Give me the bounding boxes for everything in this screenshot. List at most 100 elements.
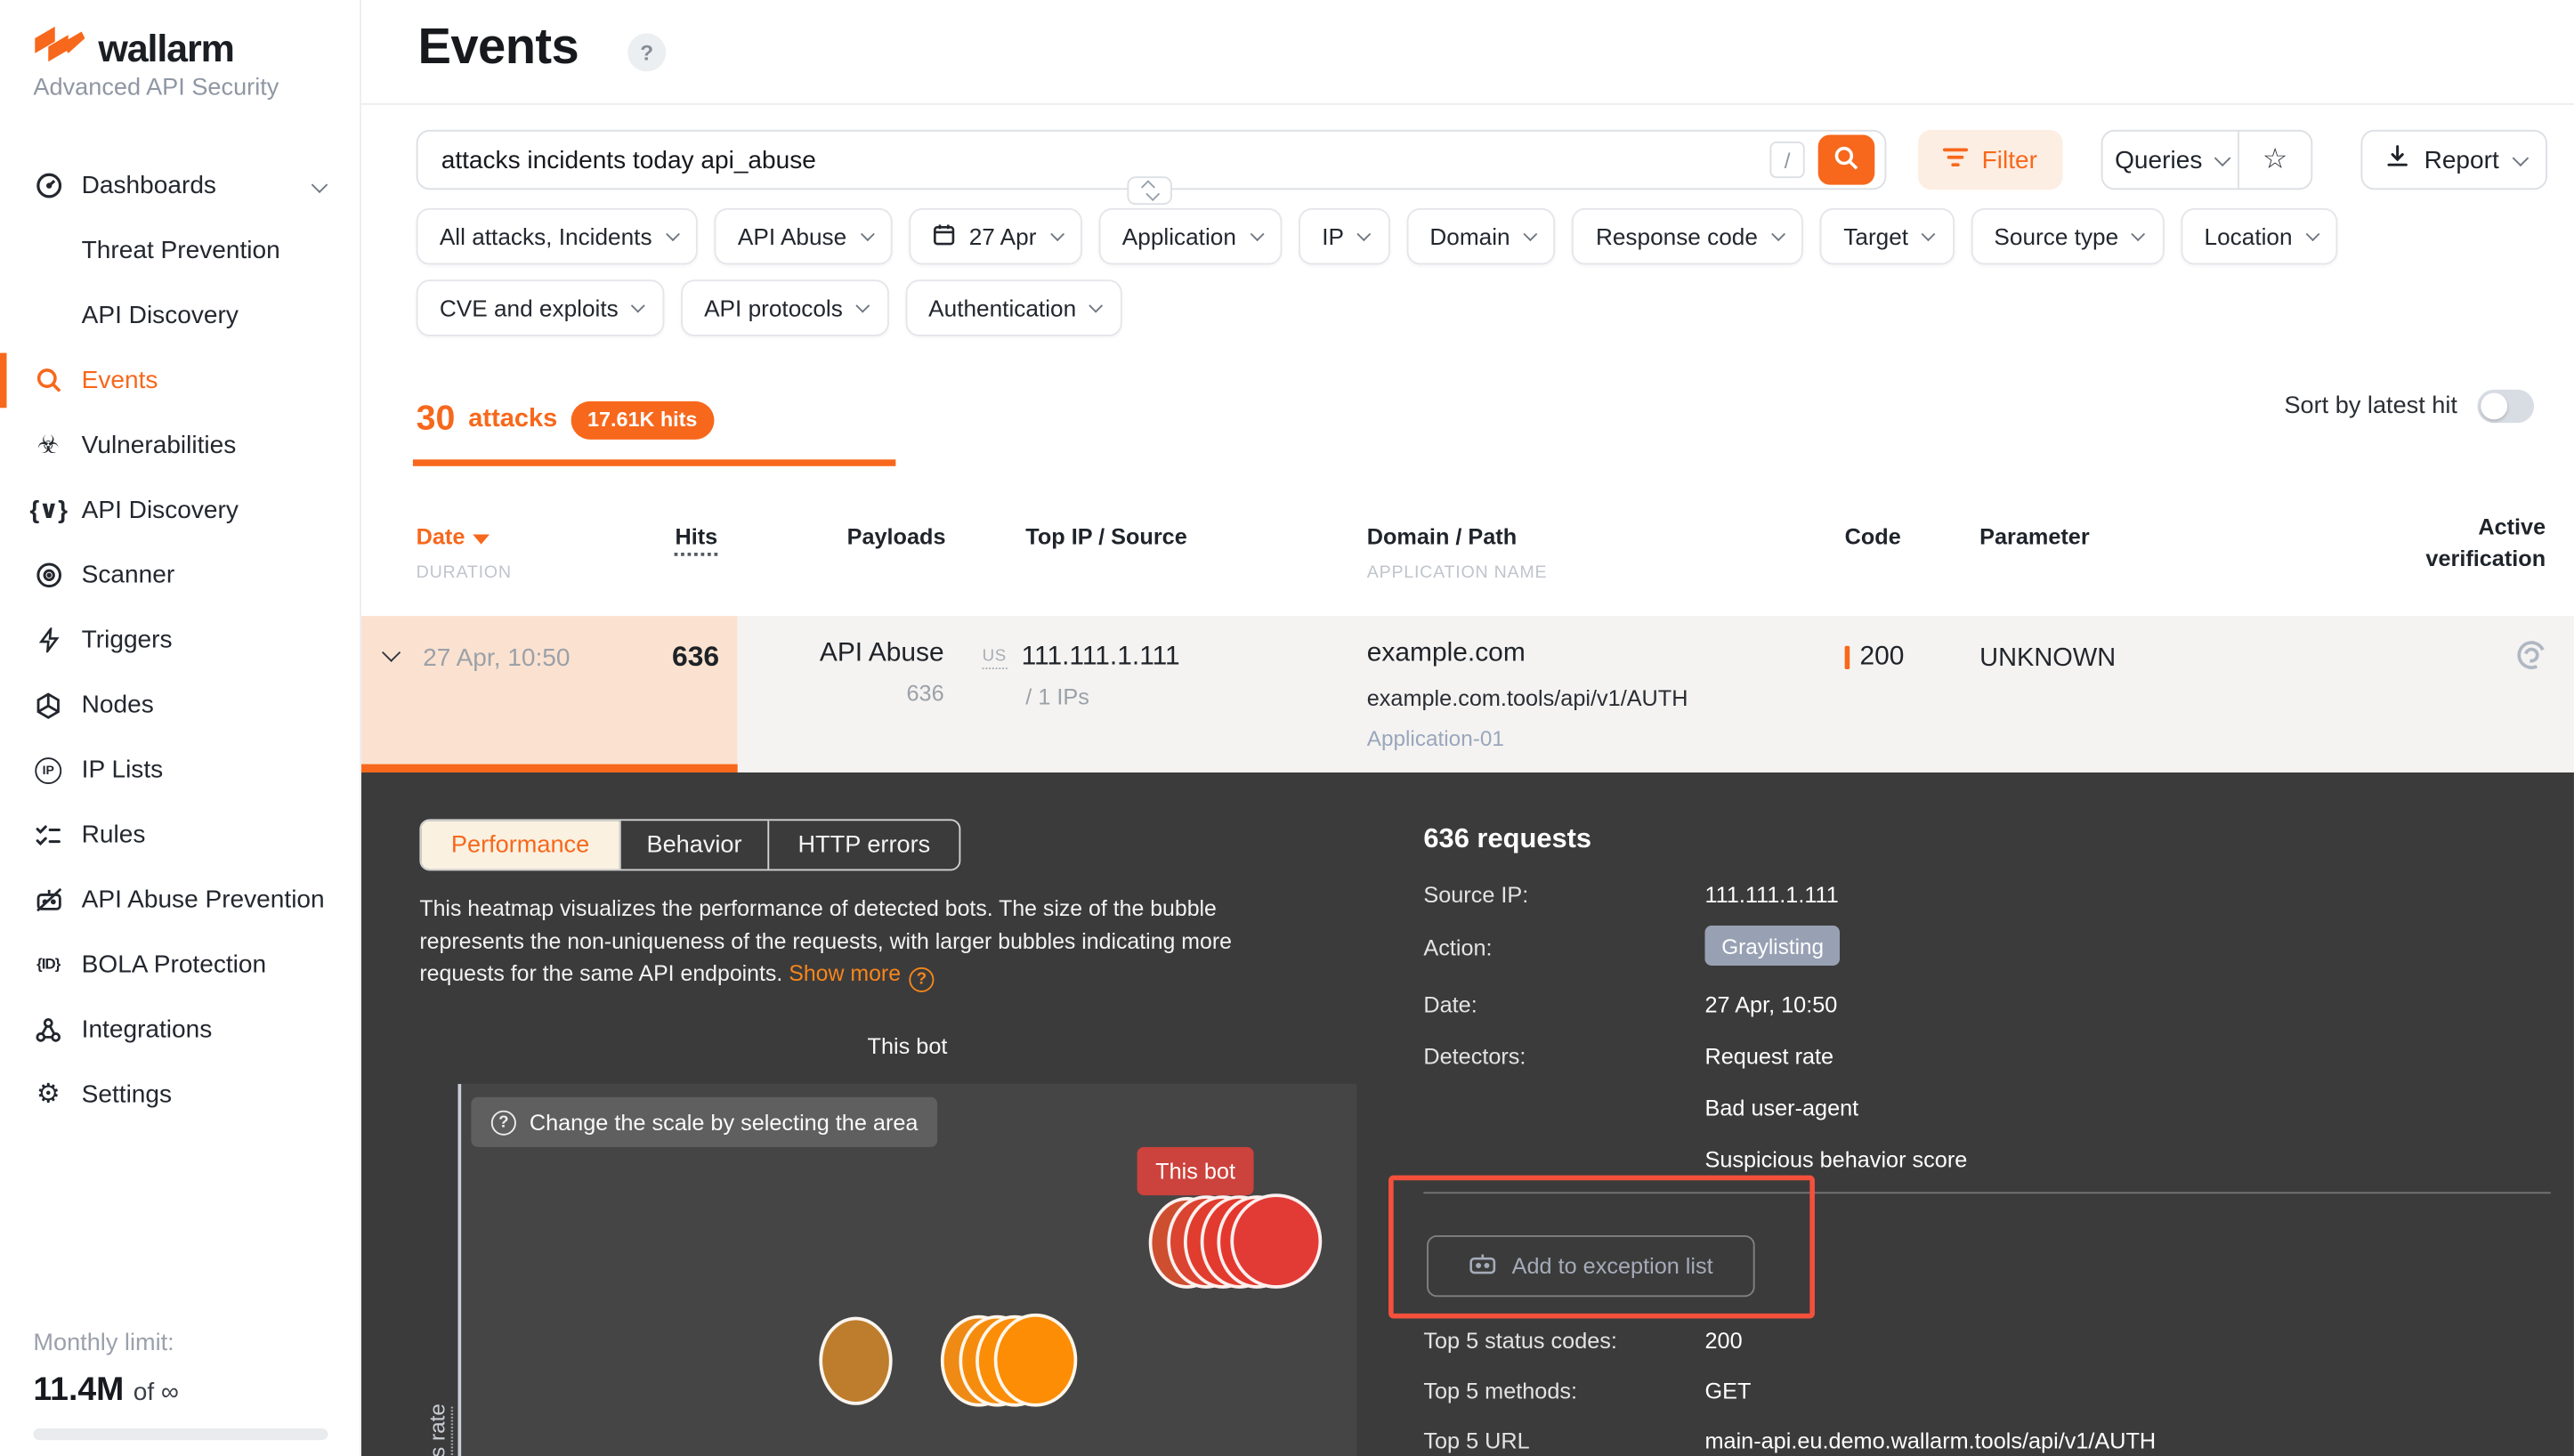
tab-performance[interactable]: Performance (421, 821, 619, 869)
column-subheader-duration: DURATION (417, 562, 512, 582)
column-header-active-verification[interactable]: Active verification (2423, 511, 2546, 574)
attacks-unit: attacks (468, 405, 557, 435)
filter-chip-api-abuse[interactable]: API Abuse (715, 208, 893, 265)
sidebar: wallarm Advanced API Security Dashboards… (0, 0, 361, 1456)
filter-button[interactable]: Filter (1918, 130, 2063, 190)
monthly-limit-label: Monthly limit: (33, 1331, 174, 1357)
monthly-limit-suffix: of ∞ (134, 1379, 179, 1407)
date-label: Date: (1423, 992, 1477, 1017)
column-header-top-ip[interactable]: Top IP / Source (1025, 524, 1187, 549)
results-summary-tab[interactable]: 30 attacks 17.61K hits (417, 400, 714, 440)
star-icon: ☆ (2262, 143, 2288, 176)
row-payload-count: 636 (744, 681, 943, 706)
search-button[interactable] (1818, 135, 1875, 185)
bot-bubble[interactable] (819, 1317, 892, 1405)
download-icon (2384, 143, 2411, 176)
sidebar-item-threat-prevention[interactable]: Threat Prevention (0, 218, 360, 283)
filter-chip-ip[interactable]: IP (1299, 208, 1389, 265)
sidebar-item-events[interactable]: Events (0, 348, 360, 413)
filter-chip-source-type[interactable]: Source type (1971, 208, 2164, 265)
country-flag-label[interactable]: US (983, 647, 1007, 668)
queries-control: Queries ☆ (2101, 130, 2313, 190)
filter-chip-attack-type[interactable]: All attacks, Incidents (417, 208, 698, 265)
sidebar-item-api-discovery-dashboard[interactable]: API Discovery (0, 283, 360, 348)
column-header-hits[interactable]: Hits (637, 524, 717, 549)
tab-http-errors[interactable]: HTTP errors (767, 821, 959, 869)
active-verification-spinner-icon[interactable] (2517, 641, 2546, 669)
page-title: Events (418, 20, 579, 77)
sidebar-item-nodes[interactable]: Nodes (0, 673, 360, 738)
report-button[interactable]: Report (2361, 130, 2548, 190)
search-input[interactable] (441, 146, 1770, 174)
top5-status-codes-label: Top 5 status codes: (1423, 1329, 1617, 1354)
row-path[interactable]: example.com.tools/api/v1/AUTH (1367, 686, 1688, 711)
column-header-date[interactable]: Date (417, 524, 490, 549)
column-header-code[interactable]: Code (1845, 524, 1901, 549)
sidebar-item-ip-lists[interactable]: IP IP Lists (0, 738, 360, 803)
this-bot-bubble[interactable] (1230, 1193, 1322, 1289)
gear-icon: ⚙ (33, 1080, 63, 1110)
column-header-domain[interactable]: Domain / Path (1367, 524, 1517, 549)
column-header-payloads[interactable]: Payloads (813, 524, 946, 549)
chevron-down-icon (666, 228, 679, 241)
add-to-exception-list-button[interactable]: Add to exception list (1427, 1235, 1755, 1297)
tab-behavior[interactable]: Behavior (619, 821, 767, 869)
brand-name: wallarm (98, 26, 233, 71)
search-collapse-handle[interactable] (1127, 176, 1172, 205)
sidebar-item-api-abuse-prevention[interactable]: API Abuse Prevention (0, 868, 360, 933)
queries-dropdown[interactable]: Queries (2103, 132, 2238, 189)
filter-chip-response-code[interactable]: Response code (1573, 208, 1804, 265)
sidebar-item-scanner[interactable]: Scanner (0, 543, 360, 608)
help-icon[interactable] (909, 967, 934, 992)
details-divider (1423, 1192, 2550, 1193)
detector-item: Request rate (1704, 1044, 1833, 1069)
chevron-down-icon (1922, 228, 1936, 241)
sidebar-item-dashboards[interactable]: Dashboards (0, 153, 360, 218)
row-hits: 636 (566, 641, 719, 674)
row-payload-cell: API Abuse 636 (744, 639, 943, 706)
table-row[interactable]: 27 Apr, 10:50 636 API Abuse 636 US 111.1… (361, 616, 2574, 772)
chevron-down-icon (2133, 228, 2146, 241)
attacks-count: 30 (417, 400, 456, 440)
radar-icon (33, 560, 63, 590)
magnifier-icon (1833, 144, 1860, 176)
filter-chip-date[interactable]: 27 Apr (909, 208, 1082, 265)
chevron-down-icon (312, 172, 323, 200)
sidebar-item-triggers[interactable]: Triggers (0, 608, 360, 673)
chevron-down-icon (1050, 228, 1064, 241)
column-header-parameter[interactable]: Parameter (1979, 524, 2090, 549)
braces-check-icon: {∨} (33, 496, 63, 526)
filter-chip-application[interactable]: Application (1099, 208, 1283, 265)
bot-bubble[interactable] (994, 1314, 1078, 1407)
sidebar-item-rules[interactable]: Rules (0, 803, 360, 868)
help-icon[interactable] (627, 33, 666, 71)
chevron-down-icon (856, 299, 870, 312)
filter-chip-authentication[interactable]: Authentication (905, 279, 1122, 336)
sidebar-item-api-discovery[interactable]: {∨} API Discovery (0, 478, 360, 543)
id-braces-icon: {ID} (33, 950, 63, 980)
details-tab-bar: Performance Behavior HTTP errors (419, 819, 960, 870)
sort-toggle[interactable] (2477, 390, 2534, 423)
bot-performance-heatmap[interactable]: Change the scale by selecting the area T… (457, 1084, 1356, 1456)
requests-total: 636 requests (1423, 824, 1591, 856)
favorite-star-button[interactable]: ☆ (2238, 132, 2311, 189)
detector-item: Suspicious behavior score (1704, 1147, 1967, 1172)
row-domain[interactable]: example.com (1367, 639, 1688, 669)
filter-chip-location[interactable]: Location (2181, 208, 2338, 265)
wallarm-logo[interactable]: wallarm (33, 23, 233, 73)
filter-chip-domain[interactable]: Domain (1406, 208, 1556, 265)
chevron-down-icon (1524, 228, 1537, 241)
sidebar-item-vulnerabilities[interactable]: ☣ Vulnerabilities (0, 413, 360, 478)
show-more-link[interactable]: Show more (789, 960, 901, 985)
sidebar-item-settings[interactable]: ⚙ Settings (0, 1062, 360, 1127)
chevron-down-icon (1250, 228, 1263, 241)
hits-badge: 17.61K hits (571, 400, 714, 439)
header-divider (361, 103, 2574, 105)
chevron-down-icon (632, 299, 645, 312)
filter-chip-target[interactable]: Target (1820, 208, 1954, 265)
sidebar-item-integrations[interactable]: Integrations (0, 997, 360, 1062)
filter-chip-api-protocols[interactable]: API protocols (681, 279, 888, 336)
sidebar-item-bola-protection[interactable]: {ID} BOLA Protection (0, 933, 360, 998)
filter-chip-cve-exploits[interactable]: CVE and exploits (417, 279, 665, 336)
row-ip-address[interactable]: 111.111.1.111 (1022, 643, 1180, 673)
